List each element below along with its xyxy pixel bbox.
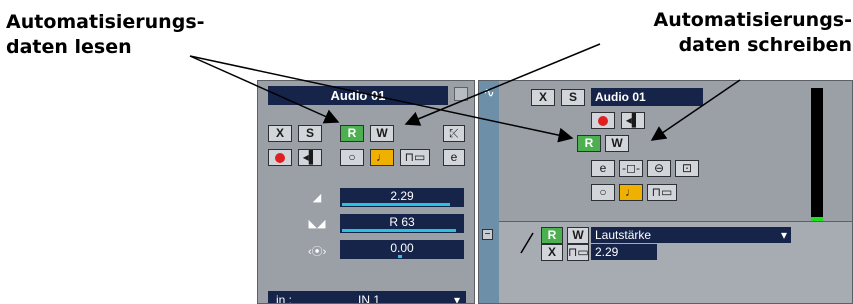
track-mute-button[interactable]: X	[531, 89, 555, 106]
automation-parameter-select[interactable]: Lautstärke ▾	[591, 227, 791, 243]
delay-field[interactable]: 0.00	[340, 240, 464, 259]
delay-level-bar	[398, 255, 402, 258]
automation-value[interactable]: 2.29	[591, 244, 657, 260]
lane-read-button[interactable]: R	[541, 227, 563, 244]
mute-button[interactable]: X	[268, 125, 292, 142]
volume-level-bar	[342, 203, 450, 206]
collapse-icon[interactable]: −	[482, 229, 493, 240]
callout-write-line1: Automatisierungs-	[653, 9, 852, 31]
chevron-down-icon: ▾	[453, 293, 460, 304]
waveform-icon: ∿	[483, 84, 495, 100]
track-name[interactable]: Audio 01	[591, 88, 703, 106]
callout-read-line2: daten lesen	[6, 36, 132, 58]
callout-read-line1: Automatisierungs-	[6, 11, 205, 33]
insert-icon[interactable]: -◻-	[619, 160, 643, 177]
lock-icon[interactable]: ⊓▭	[400, 149, 430, 166]
chevron-down-icon: ▾	[780, 228, 787, 242]
delay-icon: ‹⦿›	[308, 246, 327, 258]
automation-curve-icon	[520, 232, 534, 254]
track-color-strip	[479, 81, 499, 303]
automation-parameter-label: Lautstärke	[595, 228, 652, 242]
write-automation-button[interactable]: W	[370, 125, 394, 142]
track-timebase-icon[interactable]: ○	[591, 184, 615, 201]
callout-read-automation: Automatisierungs- daten lesen	[6, 10, 205, 60]
bypass-icon[interactable]: ⤪	[443, 125, 465, 142]
track-music-note-icon[interactable]: ♩	[619, 184, 643, 201]
pan-field[interactable]: R 63	[340, 214, 464, 233]
music-note-icon[interactable]: ♩	[370, 149, 394, 166]
volume-field[interactable]: 2.29	[340, 188, 464, 207]
delay-value: 0.00	[390, 241, 414, 255]
input-label: in :	[276, 293, 293, 304]
inspector-track-name[interactable]: Audio 01	[268, 86, 448, 105]
read-automation-button[interactable]: R	[340, 125, 364, 142]
track-write-automation-button[interactable]: W	[605, 135, 629, 152]
lane-write-button[interactable]: W	[567, 227, 589, 244]
volume-icon: ◢	[312, 192, 322, 204]
track-inspector: Audio 01 X S R W ⤪ ◂▌ ○ ♩ ⊓▭ e ◢ 2.29 ◣◢…	[257, 80, 475, 304]
pan-icon: ◣◢	[308, 218, 326, 230]
volume-value: 2.29	[390, 189, 414, 203]
expand-arrow-icon[interactable]	[454, 87, 468, 101]
timebase-icon[interactable]: ○	[340, 149, 364, 166]
track-list: ∿ X S Audio 01 ◂▌ R W e -◻- ⊖ ⊡ ○ ♩ ⊓▭ −…	[478, 80, 853, 304]
track-edit-button[interactable]: e	[591, 160, 615, 177]
callout-write-line2: daten schreiben	[678, 34, 852, 56]
lane-mute-button[interactable]: X	[541, 244, 563, 261]
pan-level-bar	[342, 229, 456, 232]
track-monitor-icon[interactable]: ◂▌	[621, 112, 645, 129]
track-read-automation-button[interactable]: R	[577, 135, 601, 152]
send-icon[interactable]: ⊡	[675, 160, 699, 177]
callout-write-automation: Automatisierungs- daten schreiben	[607, 8, 852, 58]
monitor-icon[interactable]: ◂▌	[298, 149, 322, 166]
track-record-button[interactable]	[591, 112, 615, 129]
solo-button[interactable]: S	[298, 125, 322, 142]
record-enable-button[interactable]	[268, 149, 292, 166]
input-routing[interactable]: in : IN 1 ▾	[268, 291, 466, 304]
track-solo-button[interactable]: S	[561, 89, 585, 106]
track-lock-icon[interactable]: ⊓▭	[647, 184, 677, 201]
level-meter	[811, 88, 823, 228]
input-value: IN 1	[358, 293, 381, 304]
eq-icon[interactable]: ⊖	[647, 160, 671, 177]
pan-value: R 63	[389, 215, 415, 229]
edit-button[interactable]: e	[443, 149, 465, 166]
lane-lock-icon[interactable]: ⊓▭	[567, 244, 589, 261]
